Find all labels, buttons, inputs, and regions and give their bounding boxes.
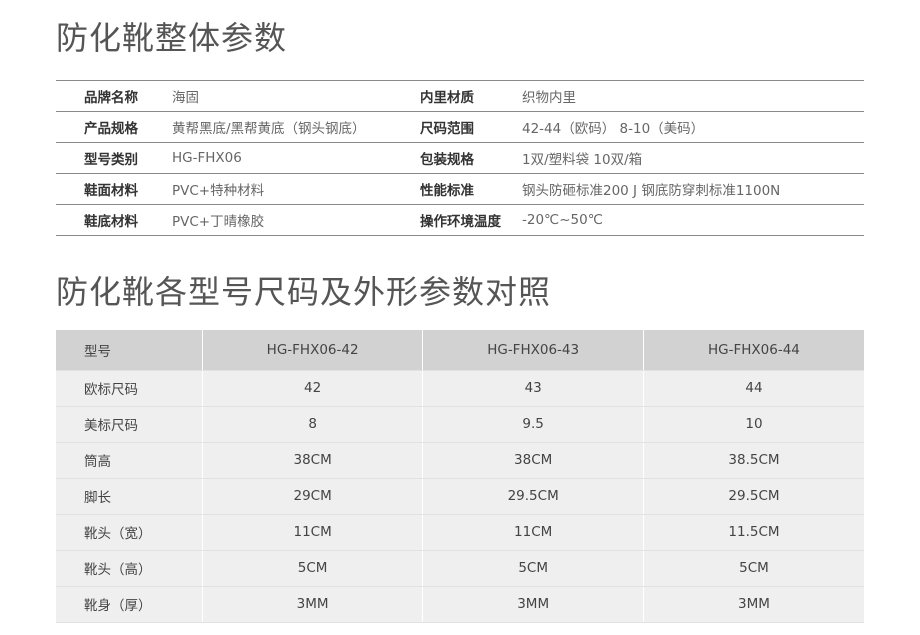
spec-value: 黄帮黑底/黑帮黄底（钢头钢底） — [172, 121, 366, 137]
table-row: 欧标尺码 42 43 44 — [56, 370, 864, 407]
spec-row: 产品规格 黄帮黑底/黑帮黄底（钢头钢底） 尺码范围 42-44（欧码） 8-10… — [56, 112, 864, 143]
table-cell: 3MM — [643, 586, 864, 623]
spec-label: 鞋面材料 — [84, 183, 138, 199]
header-cell: 型号 — [56, 330, 203, 371]
table-cell: 29.5CM — [643, 478, 864, 515]
spec-value: 钢头防砸标准200 J 钢底防穿刺标准1100N — [522, 183, 781, 199]
spec-label: 性能标准 — [420, 183, 474, 199]
row-label: 欧标尺码 — [56, 370, 203, 407]
spec-value: 海固 — [172, 90, 199, 106]
table-cell: 29CM — [202, 478, 424, 515]
spec-row: 品牌名称 海固 内里材质 织物内里 — [56, 81, 864, 112]
table-row: 筒高 38CM 38CM 38.5CM — [56, 442, 864, 479]
table-row: 靴头（宽） 11CM 11CM 11.5CM — [56, 514, 864, 551]
table-cell: 44 — [643, 370, 864, 407]
row-label: 靴头（高） — [56, 550, 203, 587]
spec-table: 品牌名称 海固 内里材质 织物内里 产品规格 黄帮黑底/黑帮黄底（钢头钢底） 尺… — [56, 80, 864, 236]
table-cell: 5CM — [643, 550, 864, 587]
spec-value: HG-FHX06 — [172, 150, 242, 166]
spec-label: 品牌名称 — [84, 90, 138, 106]
row-label: 脚长 — [56, 478, 203, 515]
spec-row: 鞋面材料 PVC+特种材料 性能标准 钢头防砸标准200 J 钢底防穿刺标准11… — [56, 174, 864, 205]
spec-value: 织物内里 — [522, 90, 576, 106]
spec-value: PVC+特种材料 — [172, 183, 265, 199]
spec-row: 鞋底材料 PVC+丁晴橡胶 操作环境温度 -20℃~50℃ — [56, 205, 864, 236]
spec-value: 1双/塑料袋 10双/箱 — [522, 152, 643, 168]
spec-label: 产品规格 — [84, 121, 138, 137]
table-cell: 10 — [643, 406, 864, 443]
row-label: 靴头（宽） — [56, 514, 203, 551]
overall-params-title: 防化靴整体参数 — [56, 19, 288, 57]
header-cell: HG-FHX06-44 — [643, 330, 864, 371]
row-label: 美标尺码 — [56, 406, 203, 443]
spec-label: 鞋底材料 — [84, 214, 138, 230]
header-cell: HG-FHX06-42 — [202, 330, 424, 371]
spec-label: 尺码范围 — [420, 121, 474, 137]
row-label: 靴身（厚） — [56, 586, 203, 623]
table-cell: 38CM — [422, 442, 644, 479]
spec-value: 42-44（欧码） 8-10（美码） — [522, 121, 705, 137]
spec-label: 操作环境温度 — [420, 214, 501, 230]
size-params-title: 防化靴各型号尺码及外形参数对照 — [56, 273, 552, 311]
spec-value: -20℃~50℃ — [522, 212, 603, 228]
table-row: 美标尺码 8 9.5 10 — [56, 406, 864, 443]
spec-value: PVC+丁晴橡胶 — [172, 214, 265, 230]
table-cell: 9.5 — [422, 406, 644, 443]
size-table: 型号 HG-FHX06-42 HG-FHX06-43 HG-FHX06-44 欧… — [56, 330, 864, 623]
table-row: 脚长 29CM 29.5CM 29.5CM — [56, 478, 864, 515]
spec-label: 型号类别 — [84, 152, 138, 168]
table-cell: 11CM — [202, 514, 424, 551]
spec-label: 包装规格 — [420, 152, 474, 168]
table-cell: 3MM — [202, 586, 424, 623]
spec-label: 内里材质 — [420, 90, 474, 106]
table-cell: 11.5CM — [643, 514, 864, 551]
table-cell: 38.5CM — [643, 442, 864, 479]
table-cell: 3MM — [422, 586, 644, 623]
size-table-header: 型号 HG-FHX06-42 HG-FHX06-43 HG-FHX06-44 — [56, 330, 864, 371]
table-cell: 8 — [202, 406, 424, 443]
table-cell: 5CM — [202, 550, 424, 587]
spec-row: 型号类别 HG-FHX06 包装规格 1双/塑料袋 10双/箱 — [56, 143, 864, 174]
table-cell: 38CM — [202, 442, 424, 479]
table-row: 靴头（高） 5CM 5CM 5CM — [56, 550, 864, 587]
table-cell: 43 — [422, 370, 644, 407]
table-cell: 5CM — [422, 550, 644, 587]
table-row: 靴身（厚） 3MM 3MM 3MM — [56, 586, 864, 623]
row-label: 筒高 — [56, 442, 203, 479]
header-cell: HG-FHX06-43 — [422, 330, 644, 371]
table-cell: 29.5CM — [422, 478, 644, 515]
table-cell: 42 — [202, 370, 424, 407]
table-cell: 11CM — [422, 514, 644, 551]
